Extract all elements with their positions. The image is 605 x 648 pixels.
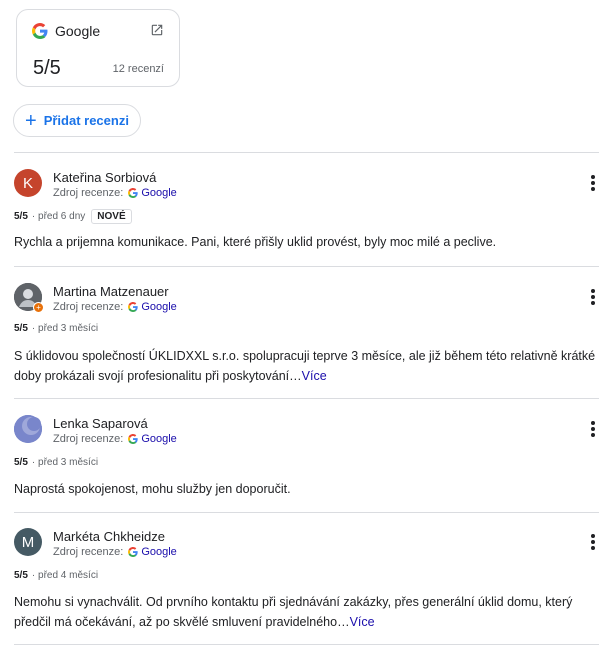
review-text: Nemohu si vynachválit. Od prvního kontak… [14,592,599,632]
review-text-body: Nemohu si vynachválit. Od prvního kontak… [14,595,573,629]
review-item: K Kateřina Sorbiová Zdroj recenze: Googl… [14,169,599,259]
review-item: Lenka Saparová Zdroj recenze: Google 5/5… [14,415,599,505]
profile-photo-icon [14,415,42,443]
review-time: · před 3 měsíci [31,457,99,468]
review-score: 5/5 [14,570,28,581]
add-review-button[interactable]: + Přidat recenzi [13,104,141,137]
review-score: 5/5 [14,457,28,468]
divider [14,266,599,267]
average-score: 5/5 [33,57,61,79]
summary-source-label: Google [55,23,101,39]
google-rating-card: Google 5/5 12 recenzí [16,9,180,87]
review-source: Zdroj recenze: Google [53,433,177,445]
divider [14,152,599,153]
review-author[interactable]: Martina Matzenauer [53,284,169,299]
review-author[interactable]: Kateřina Sorbiová [53,170,156,185]
more-options-icon[interactable] [590,421,596,439]
source-name: Google [141,546,177,558]
add-review-label: Přidat recenzi [43,113,129,128]
new-badge: NOVÉ [91,209,132,224]
review-score: 5/5 [14,211,28,222]
review-item: + Martina Matzenauer Zdroj recenze: Goog… [14,283,599,391]
review-text: Rychla a prijemna komunikace. Pani, kter… [14,232,599,252]
avatar: K [14,169,42,197]
divider [14,398,599,399]
review-count: 12 recenzí [112,63,164,75]
review-meta: 5/5 · před 6 dny NOVÉ [14,209,132,224]
read-more-link[interactable]: Více [350,615,375,629]
review-source: Zdroj recenze: Google [53,187,177,199]
avatar-initial: K [22,174,33,192]
avatar: + [14,283,44,313]
review-text: Naprostá spokojenost, mohu služby jen do… [14,479,599,499]
plus-icon: + [25,109,37,132]
more-options-icon[interactable] [590,534,596,552]
review-time: · před 6 dny [31,211,86,222]
google-logo-icon [32,23,48,39]
source-label: Zdroj recenze: [53,301,124,313]
review-author[interactable]: Markéta Chkheidze [53,529,165,544]
review-score: 5/5 [14,323,28,334]
local-guide-badge-icon: + [33,302,44,313]
review-item: M Markéta Chkheidze Zdroj recenze: Googl… [14,528,599,638]
review-meta: 5/5 · před 3 měsíci [14,323,98,334]
google-logo-icon [128,434,138,444]
review-text: S úklidovou společností ÚKLIDXXL s.r.o. … [14,346,599,386]
more-options-icon[interactable] [590,289,596,307]
review-meta: 5/5 · před 4 měsíci [14,570,98,581]
source-name: Google [141,301,177,313]
source-label: Zdroj recenze: [53,433,124,445]
avatar [14,415,42,443]
avatar: M [14,528,42,556]
avatar-initial: M [21,533,35,551]
source-name: Google [141,433,177,445]
google-logo-icon [128,188,138,198]
google-logo-icon [128,302,138,312]
review-text-body: Naprostá spokojenost, mohu služby jen do… [14,482,291,496]
review-time: · před 3 měsíci [31,323,99,334]
more-options-icon[interactable] [590,175,596,193]
source-label: Zdroj recenze: [53,187,124,199]
open-in-new-icon[interactable] [150,23,164,37]
review-meta: 5/5 · před 3 měsíci [14,457,98,468]
review-text-body: Rychla a prijemna komunikace. Pani, kter… [14,235,497,249]
source-name: Google [141,187,177,199]
review-author[interactable]: Lenka Saparová [53,416,148,431]
review-time: · před 4 měsíci [31,570,99,581]
divider [14,644,599,645]
review-source: Zdroj recenze: Google [53,301,177,313]
review-source: Zdroj recenze: Google [53,546,177,558]
divider [14,512,599,513]
source-label: Zdroj recenze: [53,546,124,558]
google-logo-icon [128,547,138,557]
read-more-link[interactable]: Více [302,369,327,383]
